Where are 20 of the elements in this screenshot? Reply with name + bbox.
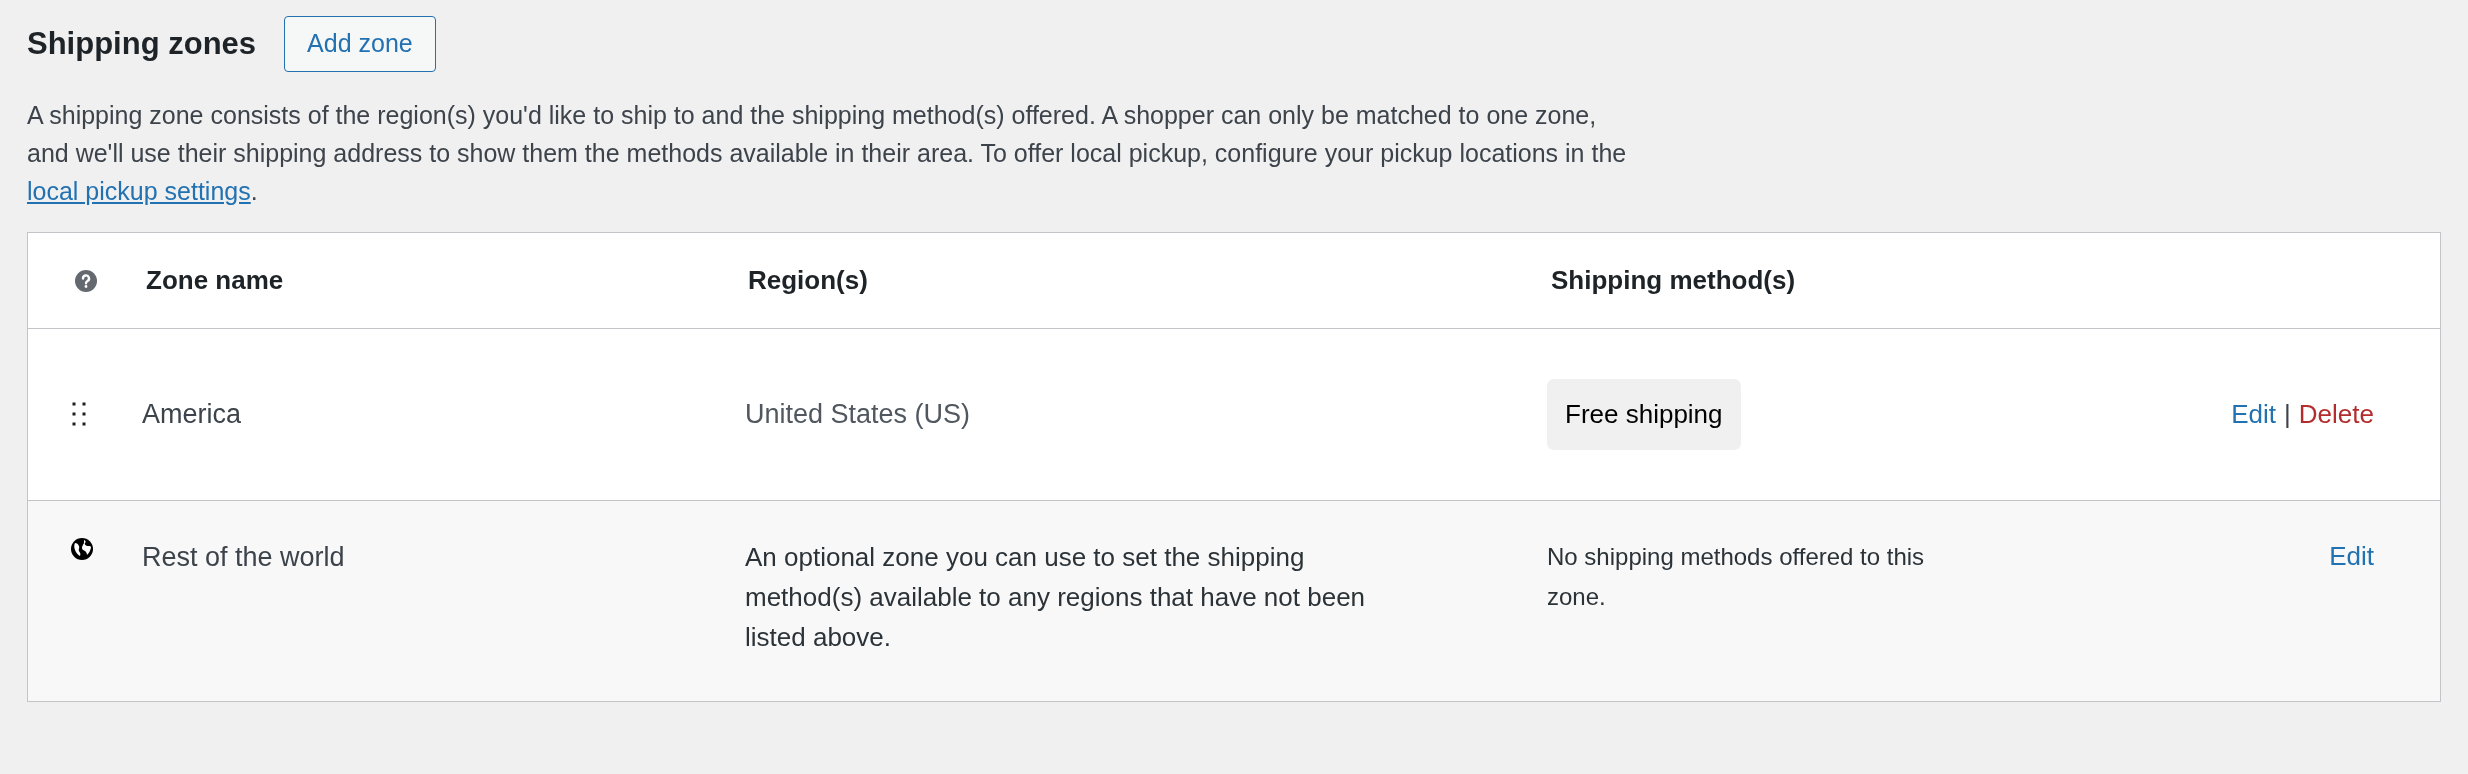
delete-link[interactable]: Delete [2298, 395, 2374, 434]
separator: | [2284, 398, 2291, 431]
column-header: Region(s) [748, 265, 868, 295]
drag-handle-icon[interactable] [72, 400, 86, 429]
shipping-method-chip: Free shipping [1547, 379, 1741, 450]
no-methods-note: No shipping methods offered to this zone. [1547, 542, 1926, 612]
zone-name: Rest of the world [142, 542, 345, 572]
add-zone-button[interactable]: Add zone [284, 16, 436, 72]
description-text: A shipping zone consists of the region(s) you'd like to ship to and the shipping method(s) offered. A shopper can only be matched to one zone, and we'll use their shipping address to show them the methods available in their area. To offer local pickup, configure your pickup locations in the local pickup settings. [27, 100, 1628, 207]
column-header: Zone name [146, 265, 284, 295]
help-icon[interactable] [74, 268, 98, 293]
edit-link[interactable]: Edit [2231, 395, 2277, 434]
edit-link[interactable]: Edit [2329, 537, 2374, 576]
globe-icon [70, 537, 94, 561]
region-description: An optional zone you can use to set the shipping method(s) available to any regions that have not been listed above. [745, 542, 1366, 652]
region-text: United States (US) [745, 399, 971, 430]
zone-name[interactable]: America [142, 399, 242, 430]
column-header: Shipping method(s) [1551, 265, 1796, 295]
local-pickup-settings-link[interactable]: local pickup settings [27, 177, 251, 205]
page-title: Shipping zones [27, 24, 257, 63]
